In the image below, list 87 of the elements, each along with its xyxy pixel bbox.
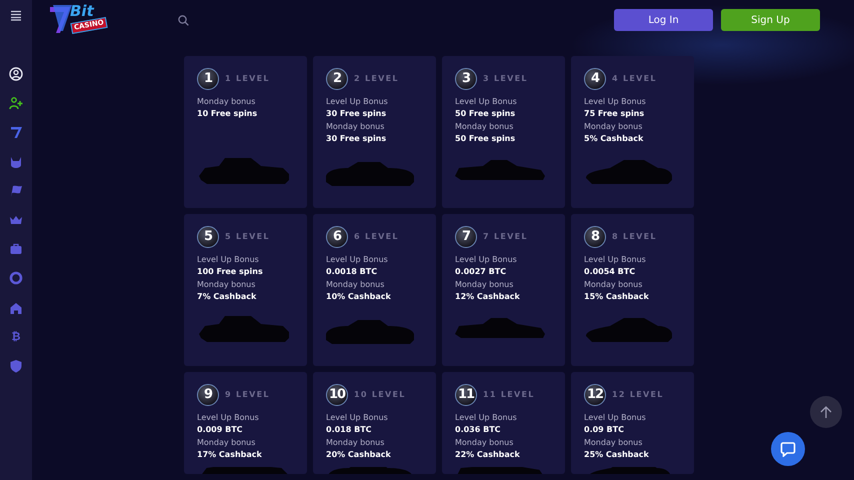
- bonus-value: 0.09 BTC: [584, 424, 624, 436]
- bonus-value: 12% Cashback: [455, 290, 520, 303]
- level-badge: 4: [584, 68, 606, 90]
- user-circle-icon[interactable]: [9, 67, 23, 81]
- level-badge: 5: [197, 226, 219, 248]
- bonus-value: 0.018 BTC: [326, 424, 372, 436]
- bonus-value: 25% Cashback: [584, 448, 649, 461]
- bitcoin-icon[interactable]: ₿: [9, 330, 23, 344]
- level-badge: 10: [326, 384, 348, 406]
- bonus-label: Monday bonus: [197, 278, 256, 291]
- bonus-label: Monday bonus: [584, 278, 642, 291]
- bonus-value: 0.0018 BTC: [326, 266, 378, 278]
- level-badge: 1: [197, 68, 219, 90]
- level-title: 3 LEVEL: [483, 73, 528, 85]
- briefcase-icon[interactable]: [9, 242, 23, 256]
- bonus-value: 17% Cashback: [197, 448, 262, 461]
- seven-logo-icon[interactable]: [9, 125, 23, 140]
- bonus-value: 15% Cashback: [584, 290, 649, 303]
- level-title: 9 LEVEL: [225, 389, 270, 401]
- shield-icon[interactable]: [9, 358, 23, 373]
- bonus-label: Monday bonus: [584, 436, 642, 449]
- search-icon[interactable]: [178, 14, 189, 26]
- level-title: 7 LEVEL: [483, 231, 528, 243]
- bonus-label: Monday bonus: [455, 436, 514, 449]
- bonus-label: Monday bonus: [326, 278, 384, 291]
- bonus-label: Level Up Bonus: [326, 254, 388, 266]
- level-badge: 7: [455, 226, 477, 248]
- level-title: 12 LEVEL: [612, 389, 664, 401]
- chat-bubble-icon: [780, 441, 796, 457]
- level-title: 1 LEVEL: [225, 73, 270, 85]
- arrow-up-icon: [820, 406, 832, 418]
- bonus-label: Level Up Bonus: [326, 412, 388, 424]
- bonus-value: 0.009 BTC: [197, 424, 243, 436]
- bonus-label: Level Up Bonus: [197, 254, 259, 266]
- level-title: 6 LEVEL: [354, 231, 399, 243]
- level-badge: 2: [326, 68, 348, 90]
- bonus-label: Monday bonus: [326, 436, 384, 449]
- bonus-value: 30 Free spins: [326, 108, 386, 120]
- level-title: 11 LEVEL: [483, 389, 535, 401]
- bonus-value: 10 Free spins: [197, 108, 258, 120]
- bonus-value: 30 Free spins: [326, 132, 386, 145]
- house-icon[interactable]: [9, 300, 23, 314]
- bonus-value: 0.0027 BTC: [455, 266, 506, 278]
- bonus-value: 0.0054 BTC: [584, 266, 636, 278]
- level-badge: 6: [326, 226, 348, 248]
- level-title: 8 LEVEL: [612, 231, 657, 243]
- login-button[interactable]: Log In: [614, 9, 713, 31]
- bonus-label: Monday bonus: [584, 120, 642, 133]
- bonus-label: Level Up Bonus: [455, 96, 517, 108]
- bonus-label: Level Up Bonus: [197, 412, 259, 424]
- bonus-label: Monday bonus: [326, 120, 384, 133]
- level-title: 4 LEVEL: [612, 73, 657, 85]
- bonus-value: 75 Free spins: [584, 108, 644, 120]
- bonus-value: 50 Free spins: [455, 132, 516, 145]
- bonus-value: 100 Free spins: [197, 266, 263, 278]
- level-badge: 3: [455, 68, 477, 90]
- menu-icon[interactable]: [10, 10, 22, 21]
- scroll-top-button[interactable]: [810, 396, 842, 428]
- bonus-value: 22% Cashback: [455, 448, 520, 461]
- bonus-label: Monday bonus: [455, 278, 514, 291]
- level-title: 2 LEVEL: [354, 73, 399, 85]
- lifebuoy-icon[interactable]: [9, 271, 23, 286]
- bonus-label: Monday bonus: [197, 436, 256, 449]
- bonus-label: Level Up Bonus: [455, 412, 517, 424]
- level-badge: 8: [584, 226, 606, 248]
- bonus-value: 10% Cashback: [326, 290, 391, 303]
- bonus-value: 50 Free spins: [455, 108, 516, 120]
- bonus-label: Level Up Bonus: [584, 412, 646, 424]
- bonus-label: Monday bonus: [455, 120, 514, 133]
- bonus-label: Level Up Bonus: [584, 254, 646, 266]
- bonus-value: 5% Cashback: [584, 132, 644, 145]
- signup-button[interactable]: Sign Up: [721, 9, 820, 31]
- level-title: 5 LEVEL: [225, 231, 270, 243]
- level-badge: 12: [584, 384, 606, 406]
- bonus-value: 0.036 BTC: [455, 424, 501, 436]
- horned-shield-icon[interactable]: [9, 154, 23, 169]
- level-badge: 9: [197, 384, 219, 406]
- chat-button[interactable]: [771, 432, 805, 466]
- bonus-value: 7% Cashback: [197, 290, 256, 303]
- bonus-label: Monday bonus: [197, 96, 256, 108]
- level-badge: 11: [455, 384, 477, 406]
- bonus-label: Level Up Bonus: [326, 96, 388, 108]
- bonus-label: Level Up Bonus: [584, 96, 646, 108]
- level-title: 10 LEVEL: [354, 389, 406, 401]
- bonus-value: 20% Cashback: [326, 448, 391, 461]
- add-user-icon[interactable]: [9, 96, 23, 110]
- bonus-label: Level Up Bonus: [455, 254, 517, 266]
